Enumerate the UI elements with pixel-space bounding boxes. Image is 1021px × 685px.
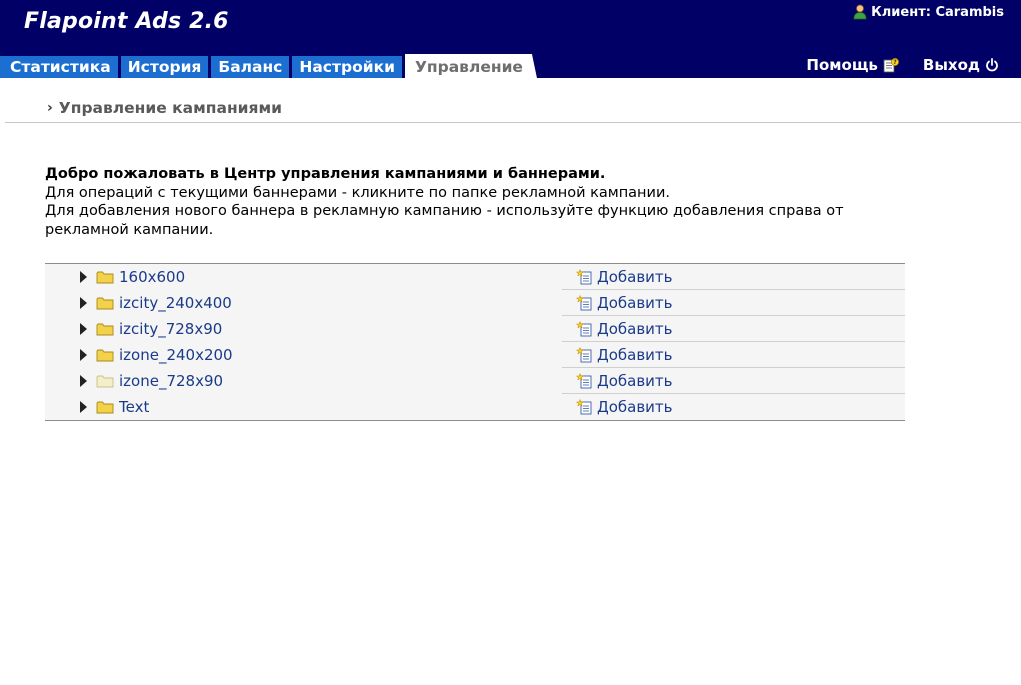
folder-icon <box>96 297 114 310</box>
expand-triangle-icon[interactable] <box>80 323 87 335</box>
campaign-folder-link[interactable]: izone_240x200 <box>80 346 233 364</box>
add-banner-link[interactable]: Добавить <box>576 294 673 312</box>
app-title: Flapoint Ads 2.6 <box>24 9 229 34</box>
table-row: izcity_240x400 Добавить <box>45 290 905 316</box>
campaign-folder-link[interactable]: izone_728x90 <box>80 372 223 390</box>
campaign-folder-link[interactable]: izcity_728x90 <box>80 320 222 338</box>
client-info: Клиент: Carambis <box>853 4 1004 20</box>
add-banner-label: Добавить <box>597 268 673 286</box>
add-banner-link[interactable]: Добавить <box>576 372 673 390</box>
add-banner-link[interactable]: Добавить <box>576 268 673 286</box>
add-banner-icon <box>576 399 592 415</box>
breadcrumb-arrow-icon: › <box>47 100 53 116</box>
add-banner-label: Добавить <box>597 320 673 338</box>
add-banner-link[interactable]: Добавить <box>576 398 673 416</box>
header-links: Помощь ? Выход <box>806 56 999 74</box>
add-banner-label: Добавить <box>597 346 673 364</box>
table-row: izcity_728x90 Добавить <box>45 316 905 342</box>
breadcrumb: › Управление кампаниями <box>47 99 282 117</box>
intro-line-1: Для операций с текущими баннерами - клик… <box>45 184 670 201</box>
expand-triangle-icon[interactable] <box>80 271 87 283</box>
add-banner-link[interactable]: Добавить <box>576 320 673 338</box>
campaign-name: 160x600 <box>119 268 186 286</box>
campaign-folder-link[interactable]: izcity_240x400 <box>80 294 232 312</box>
folder-icon <box>96 349 114 362</box>
help-label: Помощь <box>806 56 878 74</box>
campaign-folder-link[interactable]: 160x600 <box>80 268 185 286</box>
expand-triangle-icon[interactable] <box>80 349 87 361</box>
help-icon: ? <box>883 58 899 73</box>
tab-management[interactable]: Управление <box>405 54 537 78</box>
help-link[interactable]: Помощь ? <box>806 56 899 74</box>
table-row: izone_728x90 Добавить <box>45 368 905 394</box>
exit-label: Выход <box>922 56 980 74</box>
power-icon <box>986 58 998 72</box>
client-label: Клиент: Carambis <box>871 4 1004 20</box>
svg-text:?: ? <box>893 59 897 66</box>
table-row: izone_240x200 Добавить <box>45 342 905 368</box>
top-header: Flapoint Ads 2.6 Клиент: Carambis Статис… <box>0 0 1021 78</box>
page-title: Управление кампаниями <box>58 99 283 117</box>
campaign-table: 160x600 Добавить izcity_240x400 Добавить… <box>45 263 905 421</box>
folder-icon <box>96 401 114 414</box>
expand-triangle-icon[interactable] <box>80 375 87 387</box>
tab-history[interactable]: История <box>120 56 209 78</box>
main-tabs: Статистика История Баланс Настройки Упра… <box>0 54 540 78</box>
tab-settings[interactable]: Настройки <box>292 56 402 78</box>
add-banner-link[interactable]: Добавить <box>576 346 673 364</box>
campaign-folder-link[interactable]: Text <box>80 398 149 416</box>
tab-statistics[interactable]: Статистика <box>0 56 118 78</box>
campaign-name: izone_728x90 <box>119 372 224 390</box>
exit-link[interactable]: Выход <box>923 56 999 74</box>
user-icon <box>853 4 867 20</box>
add-banner-icon <box>576 373 592 389</box>
folder-icon <box>96 323 114 336</box>
tab-balance[interactable]: Баланс <box>211 56 290 78</box>
campaign-name: izcity_728x90 <box>119 320 223 338</box>
campaign-name: izone_240x200 <box>119 346 233 364</box>
add-banner-label: Добавить <box>597 398 673 416</box>
add-banner-icon <box>576 295 592 311</box>
intro-text: Добро пожаловать в Центр управления камп… <box>45 165 905 239</box>
add-banner-icon <box>576 269 592 285</box>
intro-line-2: Для добавления нового баннера в рекламну… <box>45 203 844 238</box>
folder-icon <box>96 375 114 388</box>
campaign-name: Text <box>119 398 150 416</box>
folder-icon <box>96 271 114 284</box>
table-row: 160x600 Добавить <box>45 264 905 290</box>
add-banner-label: Добавить <box>597 294 673 312</box>
expand-triangle-icon[interactable] <box>80 401 87 413</box>
table-row: Text Добавить <box>45 394 905 420</box>
add-banner-icon <box>576 347 592 363</box>
add-banner-label: Добавить <box>597 372 673 390</box>
add-banner-icon <box>576 321 592 337</box>
welcome-heading: Добро пожаловать в Центр управления камп… <box>45 166 606 182</box>
campaign-name: izcity_240x400 <box>119 294 232 312</box>
header-divider <box>5 122 1021 123</box>
expand-triangle-icon[interactable] <box>80 297 87 309</box>
